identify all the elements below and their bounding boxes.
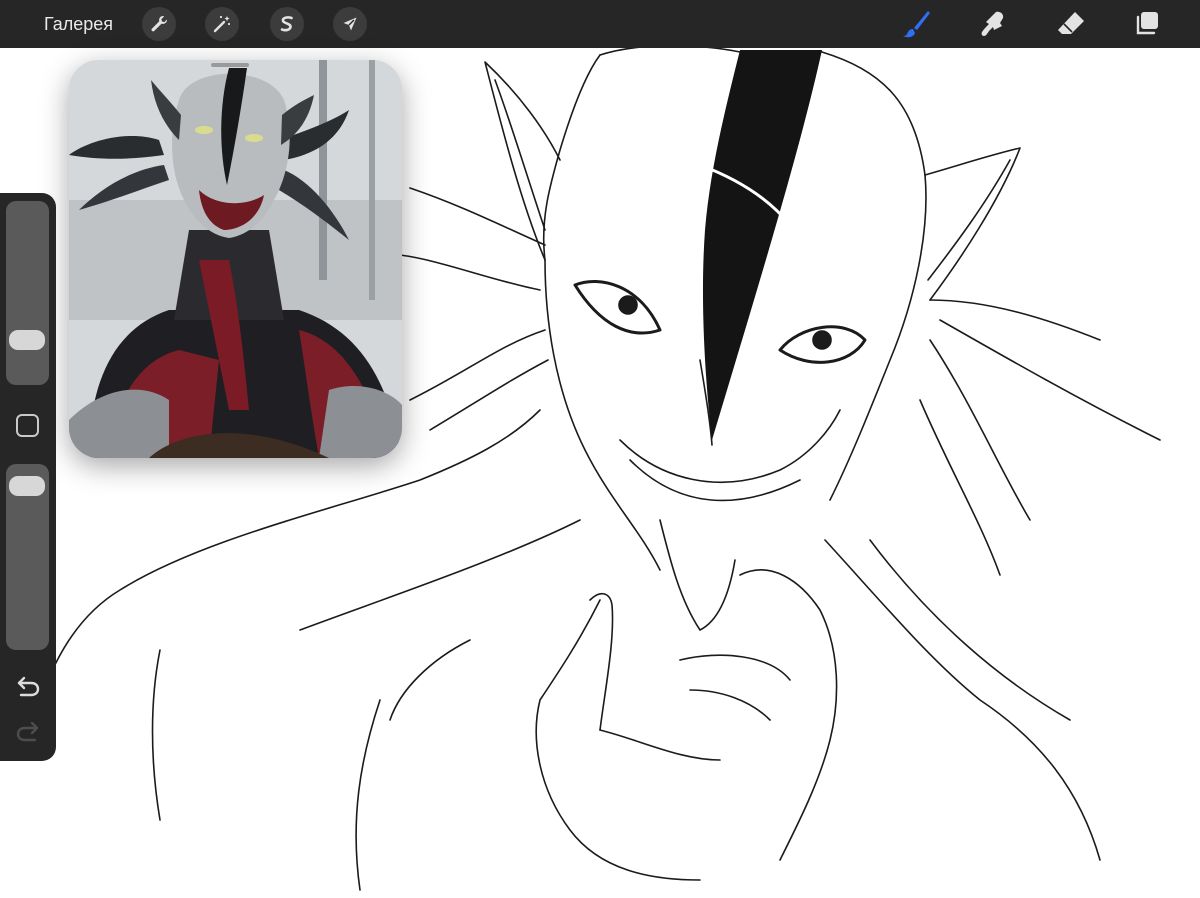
- gallery-button[interactable]: Галерея: [44, 12, 113, 36]
- redo-button[interactable]: [14, 718, 42, 746]
- adjustments-button[interactable]: [205, 7, 239, 41]
- wrench-icon: [151, 15, 168, 32]
- smudge-tool-button[interactable]: [976, 7, 1010, 41]
- undo-arrow-icon: [17, 676, 40, 697]
- arrow-cursor-icon: [343, 17, 357, 31]
- undo-button[interactable]: [14, 673, 42, 701]
- transform-button[interactable]: [333, 7, 367, 41]
- left-sidebar: [0, 193, 56, 761]
- brush-tool-button[interactable]: [900, 7, 934, 41]
- brush-size-thumb[interactable]: [9, 329, 45, 350]
- selection-s-icon: [280, 16, 293, 32]
- magic-wand-icon: [213, 15, 231, 33]
- redo-arrow-icon: [16, 721, 39, 742]
- smudge-icon: [981, 11, 1004, 36]
- eraser-icon: [1058, 12, 1084, 34]
- brush-icon: [903, 11, 930, 38]
- top-toolbar: Галерея: [0, 0, 1200, 48]
- brush-size-slider[interactable]: [6, 201, 49, 385]
- reference-drag-handle[interactable]: [211, 63, 249, 67]
- brush-opacity-thumb[interactable]: [9, 475, 45, 496]
- modify-button[interactable]: [16, 414, 39, 437]
- eraser-tool-button[interactable]: [1054, 7, 1088, 41]
- selection-button[interactable]: [270, 7, 304, 41]
- layers-icon: [1136, 12, 1158, 35]
- reference-photo: [69, 60, 402, 458]
- reference-image-window[interactable]: [69, 60, 402, 458]
- actions-button[interactable]: [142, 7, 176, 41]
- layers-button[interactable]: [1130, 7, 1164, 41]
- brush-opacity-slider[interactable]: [6, 464, 49, 650]
